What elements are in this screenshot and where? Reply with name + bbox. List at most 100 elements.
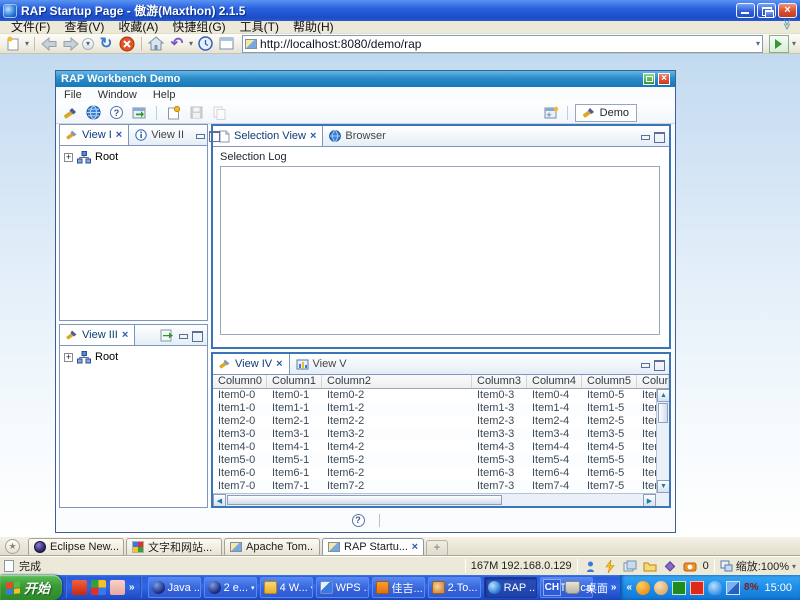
task-rap-active[interactable]: RAP ... (484, 577, 537, 598)
close-tab-icon[interactable]: × (116, 130, 122, 141)
history-dropdown-icon[interactable]: ▾ (82, 38, 94, 50)
maximize-view-icon[interactable] (209, 131, 219, 140)
browser-tab-rap[interactable]: RAP Startu... × (322, 538, 424, 555)
folder-icon[interactable] (643, 559, 658, 573)
undo-icon[interactable]: ↶ (168, 36, 186, 52)
restore-button[interactable] (757, 3, 776, 18)
minimize-view-icon[interactable] (640, 360, 650, 369)
tab-view-5[interactable]: View V (290, 354, 353, 374)
vertical-scroll-thumb[interactable] (658, 403, 668, 423)
address-input[interactable] (260, 37, 753, 51)
menu-groups[interactable]: 快捷组(G) (165, 21, 232, 34)
quicklaunch-icon-3[interactable] (110, 580, 125, 595)
maximize-view-icon[interactable] (654, 360, 664, 369)
go-dropdown-icon[interactable]: ▾ (792, 39, 796, 48)
column-header[interactable]: Column6 (637, 375, 669, 388)
tray-antivirus-icon[interactable] (690, 581, 704, 595)
close-tab-icon[interactable]: × (412, 541, 418, 553)
zoom-control[interactable]: 缩放:100% ▾ (720, 558, 796, 574)
menu-favorites[interactable]: 收藏(A) (111, 21, 165, 34)
tree-node-root[interactable]: + Root (64, 349, 207, 365)
table-row[interactable]: Item7-0Item7-1Item7-2Item7-3Item7-4Item7… (213, 480, 656, 493)
windows-icon[interactable] (623, 559, 638, 573)
tray-green-app-icon[interactable] (672, 581, 686, 595)
task-folder-group[interactable]: 4 W...▾ (260, 577, 313, 598)
tray-collapse-icon[interactable]: « (626, 582, 632, 593)
help-icon[interactable]: ? (108, 105, 125, 121)
show-desktop-button[interactable]: 桌面 » (582, 580, 621, 596)
tab-view-2[interactable]: View II (129, 125, 190, 145)
quicklaunch-overflow-icon[interactable]: » (129, 582, 135, 593)
lightning-icon[interactable] (603, 559, 618, 573)
tray-messenger-icon[interactable] (654, 581, 668, 595)
history-clock-icon[interactable] (196, 36, 214, 52)
new-page-dropdown-icon[interactable]: ▾ (25, 39, 29, 48)
forward-icon[interactable] (61, 36, 79, 52)
plugin-diamond-icon[interactable] (663, 559, 678, 573)
refresh-icon[interactable]: ↻ (97, 36, 115, 52)
tray-network-icon[interactable] (726, 581, 740, 595)
frames-icon[interactable] (217, 36, 235, 52)
start-button[interactable]: 开始 (0, 575, 62, 600)
column-header[interactable]: Column0 (213, 375, 267, 388)
close-tab-icon[interactable]: × (276, 359, 282, 370)
scroll-up-icon[interactable]: ▲ (657, 389, 669, 402)
expand-icon[interactable]: + (64, 153, 73, 162)
table-row[interactable]: Item1-0Item1-1Item1-2Item1-3Item1-4Item1… (213, 402, 656, 415)
new-page-icon[interactable] (4, 36, 22, 52)
rap-close-button[interactable]: × (658, 73, 670, 85)
rap-menu-window[interactable]: Window (98, 89, 137, 101)
address-dropdown-icon[interactable]: ▾ (756, 39, 760, 48)
table-row[interactable]: Item6-0Item6-1Item6-2Item6-3Item6-4Item6… (213, 467, 656, 480)
task-java[interactable]: Java ... (148, 577, 201, 598)
stop-icon[interactable] (118, 36, 136, 52)
task-tomcat-doc[interactable]: 2.To... (428, 577, 481, 598)
scroll-right-icon[interactable]: ▶ (643, 494, 656, 506)
new-wizard-icon[interactable] (165, 105, 182, 121)
rap-menu-file[interactable]: File (64, 89, 82, 101)
rap-maximize-button[interactable] (643, 73, 655, 85)
page-help-button[interactable]: ? (352, 514, 365, 527)
quicklaunch-icon-2[interactable] (91, 580, 106, 595)
address-bar[interactable]: ▾ (242, 35, 763, 53)
save-icon[interactable] (188, 105, 205, 121)
column-header[interactable]: Column2 (322, 375, 472, 388)
scroll-down-icon[interactable]: ▼ (657, 480, 669, 493)
table-row[interactable]: Item4-0Item4-1Item4-2Item4-3Item4-4Item4… (213, 441, 656, 454)
maximize-view-icon[interactable] (654, 132, 664, 141)
menu-file[interactable]: 文件(F) (4, 21, 57, 34)
ime-icon[interactable] (565, 581, 580, 594)
tray-qq-icon[interactable] (636, 581, 650, 595)
tab-browser[interactable]: Browser (323, 126, 391, 146)
snapshot-camera-icon[interactable] (683, 559, 698, 573)
horizontal-scrollbar[interactable]: ◀ ▶ (213, 493, 656, 506)
table-row[interactable]: Item2-0Item2-1Item2-2Item2-3Item2-4Item2… (213, 415, 656, 428)
table-row[interactable]: Item5-0Item5-1Item5-2Item5-3Item5-4Item5… (213, 454, 656, 467)
minimize-view-icon[interactable] (640, 132, 650, 141)
new-tab-button[interactable]: + (426, 540, 448, 555)
rap-menu-help[interactable]: Help (153, 89, 176, 101)
browser-tab-google[interactable]: 文字和网站... (126, 538, 222, 555)
language-indicator[interactable]: CH (543, 579, 561, 596)
copy-icon[interactable] (211, 105, 228, 121)
column-header[interactable]: Column4 (527, 375, 582, 388)
back-icon[interactable] (40, 36, 58, 52)
browser-tab-apache[interactable]: Apache Tom... (224, 538, 320, 555)
go-button[interactable] (769, 35, 789, 53)
maximize-view-icon[interactable] (192, 331, 202, 340)
favorites-star-icon[interactable]: ★ (5, 539, 20, 554)
tray-cloud-icon[interactable] (708, 581, 722, 595)
tab-view-3[interactable]: View III × (60, 325, 135, 345)
home-icon[interactable] (147, 36, 165, 52)
minimize-button[interactable] (736, 3, 755, 18)
table-row[interactable]: Item3-0Item3-1Item3-2Item3-3Item3-4Item3… (213, 428, 656, 441)
download-icon[interactable] (583, 559, 598, 573)
open-perspective-icon[interactable] (543, 105, 560, 121)
demo-brush-icon[interactable] (62, 105, 79, 121)
close-tab-icon[interactable]: × (310, 131, 316, 142)
column-header[interactable]: Column5 (582, 375, 637, 388)
tab-selection-view[interactable]: Selection View × (213, 126, 323, 146)
tab-view-4[interactable]: View IV × (213, 354, 290, 374)
column-header[interactable]: Column1 (267, 375, 322, 388)
table-row[interactable]: Item0-0Item0-1Item0-2Item0-3Item0-4Item0… (213, 389, 656, 402)
